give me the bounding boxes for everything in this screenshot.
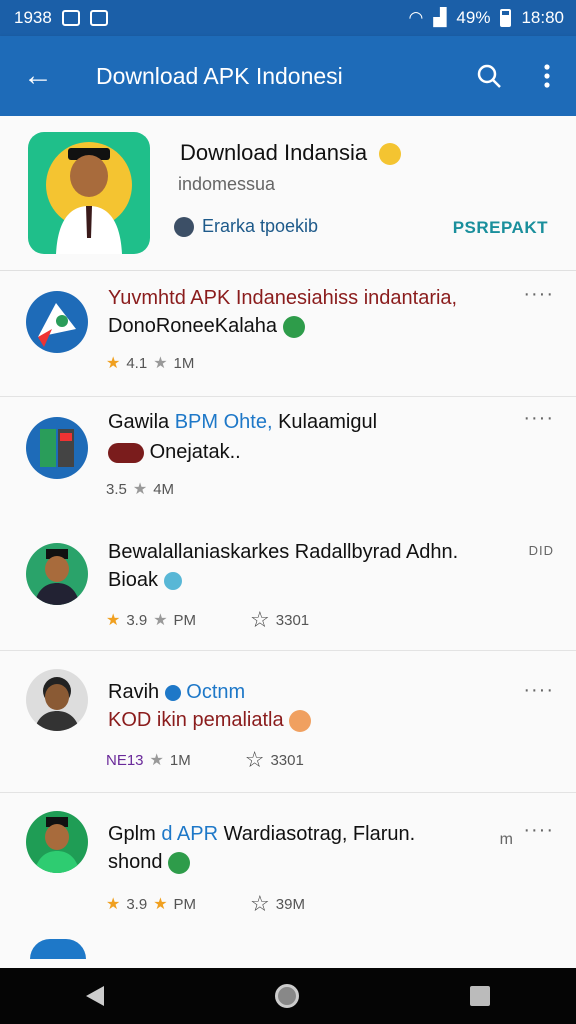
next-item-peek — [30, 939, 86, 959]
item-title: Yuvmhtd APK Indanesiahiss indantaria, — [108, 287, 458, 309]
badge-icon — [108, 442, 144, 463]
app-icon — [26, 669, 88, 731]
side-label: m — [499, 831, 514, 848]
list-item[interactable]: Yuvmhtd APK Indanesiahiss indantaria, Do… — [0, 271, 576, 397]
more-options-button[interactable]: ···· — [523, 819, 554, 842]
page-title: Download APK Indonesi — [96, 62, 343, 89]
install-button[interactable]: PSREPAKT — [453, 218, 548, 238]
item-title: Gplm d APR Wardiasotrag, Flarun. — [108, 823, 416, 845]
arrow-left-icon: ← — [23, 59, 53, 92]
back-button[interactable]: ← — [0, 36, 76, 116]
item-title: Ravih Octnm — [108, 681, 246, 703]
search-button[interactable] — [460, 36, 518, 116]
star-icon: ★ — [132, 481, 148, 498]
emoji-icon — [168, 851, 191, 874]
side-label: DID — [528, 543, 554, 558]
app-title: Download Indansia — [180, 140, 402, 166]
item-subtitle: shond — [108, 851, 191, 874]
more-options-button[interactable]: ···· — [523, 407, 554, 430]
app-icon — [28, 132, 150, 254]
signal-icon: ▟ — [433, 8, 447, 27]
app-icon — [26, 417, 88, 479]
downloads: 4M — [153, 480, 175, 498]
app-icon — [26, 291, 88, 353]
review-count: 39M — [275, 895, 305, 913]
more-options-button[interactable]: ···· — [523, 679, 554, 702]
item-meta: ★ 3.9 ★ PM ☆ 39M — [106, 891, 305, 917]
nav-recents-icon[interactable] — [470, 986, 491, 1006]
star-outline-icon: ☆ — [250, 891, 270, 916]
review-count: 3301 — [275, 611, 310, 629]
list-item[interactable]: Ravih Octnm KOD ikin pemaliatla NE13 ★ 1… — [0, 651, 576, 793]
emoji-icon — [289, 709, 312, 732]
verified-icon — [164, 684, 181, 701]
more-options-button[interactable]: ···· — [523, 283, 554, 306]
item-subtitle: Onejatak.. — [108, 441, 241, 464]
item-title: Gawila BPM Ohte, Kulaamigul — [108, 411, 378, 433]
star-icon: ★ — [153, 612, 168, 629]
app-icon — [26, 543, 88, 605]
clock: 18:80 — [521, 8, 564, 27]
battery-percent: 49% — [456, 8, 491, 27]
search-icon — [477, 64, 501, 88]
review-count: 3301 — [270, 751, 304, 769]
battery-icon — [500, 9, 512, 27]
status-right: ◠ ▟ 49% 18:80 — [408, 8, 564, 28]
rating: 4.1 — [126, 354, 148, 372]
item-meta: NE13 ★ 1M ☆ 3301 — [106, 747, 304, 773]
developer-icon — [174, 216, 194, 237]
item-meta: ★ 4.1 ★ 1M — [106, 353, 194, 373]
star-icon: ★ — [106, 896, 121, 913]
rating: 3.9 — [126, 895, 148, 913]
item-meta: ★ 3.9 ★ PM ☆ 3301 — [106, 607, 309, 633]
notification-icon — [61, 10, 80, 26]
star-icon: ★ — [153, 355, 168, 372]
nav-home-icon[interactable] — [274, 984, 299, 1008]
rating: 3.9 — [126, 611, 148, 629]
wifi-icon: ◠ — [408, 8, 424, 27]
developer-name: Erarka tpoekib — [202, 216, 319, 236]
emoji-icon — [163, 571, 182, 590]
star-icon: ★ — [149, 752, 164, 769]
status-left-text: 1938 — [14, 8, 52, 27]
more-vert-icon — [544, 64, 550, 88]
star-icon: ★ — [153, 896, 168, 913]
emoji-icon — [379, 143, 402, 166]
downloads: PM — [173, 895, 197, 913]
list-item[interactable]: Gawila BPM Ohte, Kulaamigul Onejatak.. 3… — [0, 397, 576, 523]
star-outline-icon: ☆ — [244, 747, 265, 772]
rating: 3.5 — [106, 480, 127, 498]
star-icon: ★ — [106, 355, 121, 372]
item-subtitle: DonoRoneeKalaha — [108, 315, 305, 338]
downloads: 1M — [173, 354, 195, 372]
app-subtitle: indomessua — [178, 174, 276, 194]
app-icon — [26, 811, 88, 873]
star-outline-icon: ☆ — [250, 607, 270, 632]
rating: NE13 — [106, 751, 144, 769]
emoji-icon — [282, 315, 305, 338]
developer-link[interactable]: Erarka tpoekib — [174, 216, 318, 237]
nav-back-icon[interactable] — [85, 986, 104, 1006]
app-bar: ← Download APK Indonesi — [0, 36, 576, 116]
featured-app-card[interactable]: Download Indansia indomessua Erarka tpoe… — [0, 116, 576, 271]
list-item[interactable]: Bewalallaniaskarkes Radallbyrad Adhn. Bi… — [0, 523, 576, 651]
item-title: Bewalallaniaskarkes Radallbyrad Adhn. — [108, 541, 459, 563]
item-subtitle: KOD ikin pemaliatla — [108, 709, 312, 732]
downloads: PM — [173, 611, 197, 629]
system-nav-bar — [0, 968, 576, 1024]
more-options-button[interactable] — [518, 36, 576, 116]
list-item[interactable]: Gplm d APR Wardiasotrag, Flarun. shond ★… — [0, 793, 576, 959]
star-icon: ★ — [106, 612, 121, 629]
status-bar: 1938 ◠ ▟ 49% 18:80 — [0, 0, 576, 36]
content-list[interactable]: Download Indansia indomessua Erarka tpoe… — [0, 116, 576, 968]
status-left: 1938 — [14, 8, 108, 28]
calendar-icon — [89, 10, 108, 26]
item-subtitle: Bioak — [108, 569, 182, 592]
item-meta: 3.5 ★ 4M — [106, 479, 174, 499]
downloads: 1M — [169, 751, 191, 769]
